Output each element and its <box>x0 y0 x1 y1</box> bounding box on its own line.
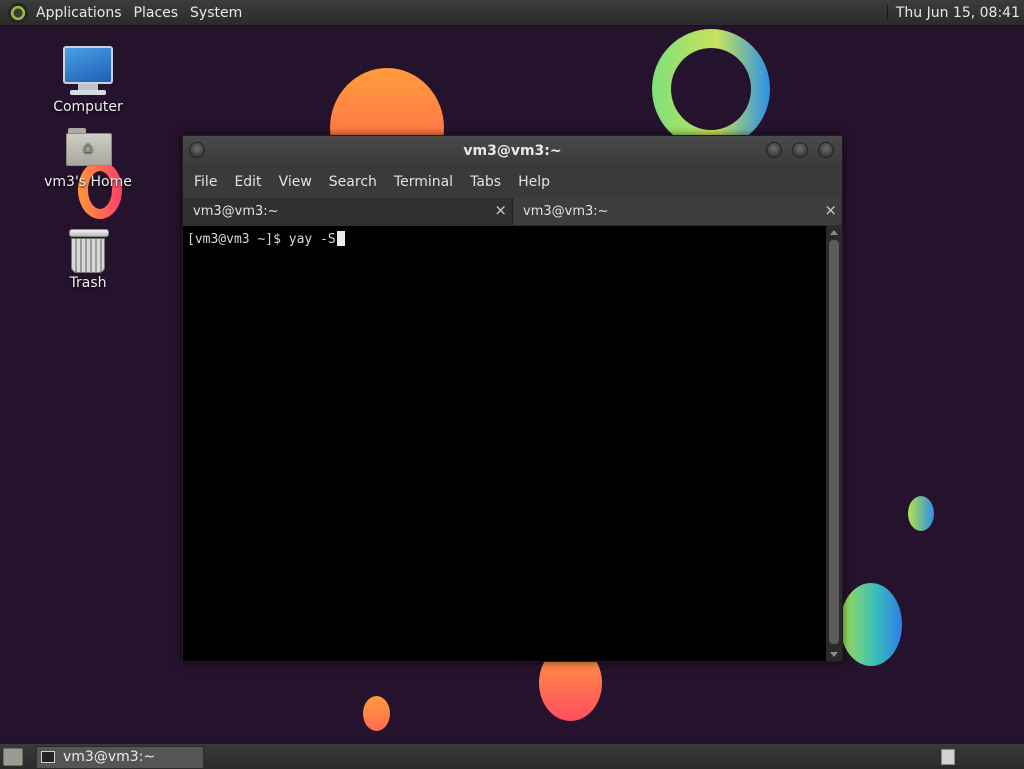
wallpaper-orange-blob-small <box>363 696 390 731</box>
desktop-icon-computer[interactable]: Computer <box>40 46 136 115</box>
text-cursor <box>337 231 345 246</box>
terminal-scrollbar[interactable] <box>826 226 842 661</box>
window-titlebar[interactable]: vm3@vm3:~ <box>183 136 842 166</box>
terminal-tab-1[interactable]: vm3@vm3:~ × <box>183 198 511 225</box>
minimize-button[interactable] <box>766 142 782 158</box>
terminal-tab-2[interactable]: vm3@vm3:~ × <box>512 198 841 225</box>
taskbar-item-terminal[interactable]: vm3@vm3:~ <box>36 746 204 769</box>
typed-command: yay -S <box>289 232 336 247</box>
tab-label: vm3@vm3:~ <box>193 204 279 219</box>
applications-menu[interactable]: Applications <box>34 5 128 21</box>
desktop-icon-home[interactable]: ⌂ vm3's Home <box>40 128 136 184</box>
desktop-icon-label: Computer <box>53 99 123 115</box>
maximize-button[interactable] <box>792 142 808 158</box>
shell-prompt: [vm3@vm3 ~]$ <box>187 232 289 247</box>
window-title: vm3@vm3:~ <box>183 143 842 159</box>
show-desktop-icon[interactable] <box>3 748 23 766</box>
terminal-window[interactable]: vm3@vm3:~ File Edit View Search Terminal… <box>182 135 843 662</box>
system-menu[interactable]: System <box>188 5 248 21</box>
close-tab-icon[interactable]: × <box>494 201 507 219</box>
workspace-switcher[interactable] <box>941 749 955 765</box>
scrollbar-thumb[interactable] <box>829 240 839 644</box>
top-panel: Applications Places System Thu Jun 15, 0… <box>0 0 1024 26</box>
terminal-icon <box>41 751 55 763</box>
terminal-output[interactable]: [vm3@vm3 ~]$ yay -S <box>183 226 826 661</box>
distro-logo-icon[interactable] <box>8 3 28 23</box>
close-tab-icon[interactable]: × <box>824 201 837 219</box>
desktop-icon-label: vm3's Home <box>44 174 132 190</box>
taskbar-item-label: vm3@vm3:~ <box>63 749 155 765</box>
menu-terminal[interactable]: Terminal <box>387 174 463 190</box>
prompt-line: [vm3@vm3 ~]$ yay -S <box>187 231 345 247</box>
wallpaper-green-ring <box>652 29 770 149</box>
wallpaper-green-blob-large <box>840 583 902 666</box>
menu-view[interactable]: View <box>272 174 322 190</box>
bottom-panel: vm3@vm3:~ <box>0 743 1024 769</box>
menu-edit[interactable]: Edit <box>227 174 271 190</box>
desktop-icon-label: Trash <box>70 275 107 291</box>
clock[interactable]: Thu Jun 15, 08:41 <box>887 5 1024 21</box>
scroll-up-arrow-icon[interactable] <box>830 230 838 235</box>
close-button[interactable] <box>818 142 834 158</box>
menu-search[interactable]: Search <box>322 174 387 190</box>
desktop-icon-trash[interactable]: Trash <box>40 229 136 291</box>
menu-tabs[interactable]: Tabs <box>463 174 511 190</box>
menu-help[interactable]: Help <box>511 174 560 190</box>
places-menu[interactable]: Places <box>132 5 185 21</box>
home-folder-icon: ⌂ <box>66 128 110 164</box>
trash-icon <box>71 229 105 271</box>
computer-icon <box>63 46 113 95</box>
terminal-tabbar: vm3@vm3:~ × vm3@vm3:~ × <box>183 198 842 226</box>
wallpaper-green-blob-small <box>908 496 934 531</box>
menu-file[interactable]: File <box>187 174 227 190</box>
scroll-down-arrow-icon[interactable] <box>830 652 838 657</box>
tab-label: vm3@vm3:~ <box>523 204 609 219</box>
terminal-menubar: File Edit View Search Terminal Tabs Help <box>183 166 842 198</box>
